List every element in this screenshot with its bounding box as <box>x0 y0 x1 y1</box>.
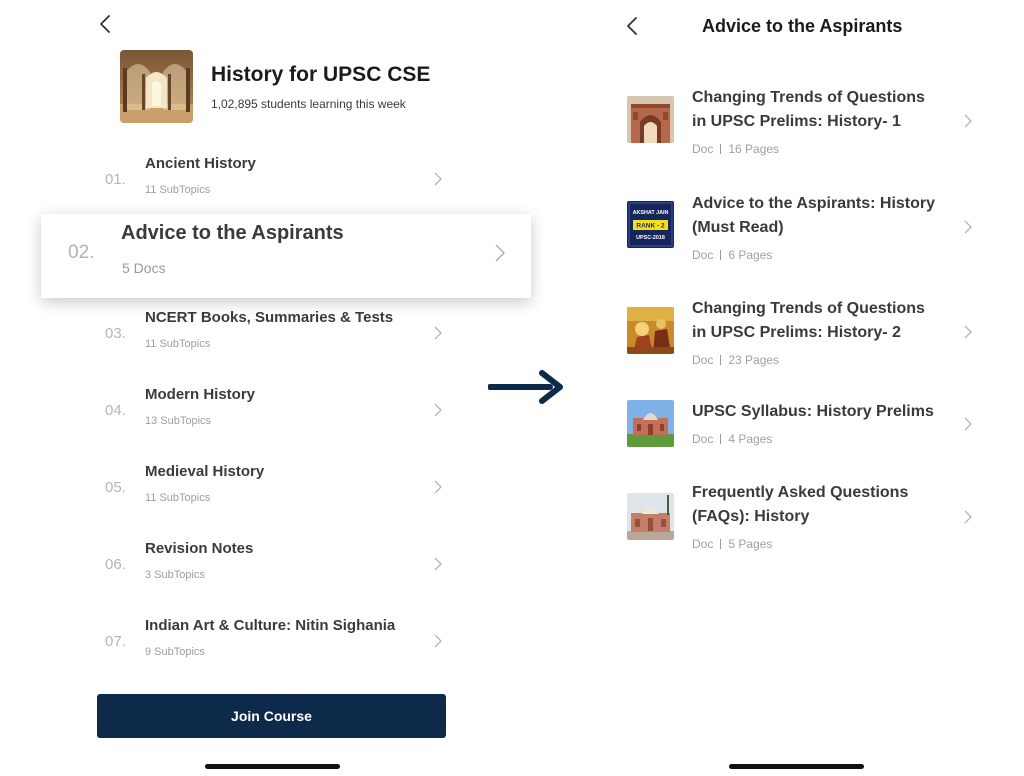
topic-subtopic-count: 11 SubTopics <box>145 338 211 350</box>
topic-number: 03. <box>105 325 126 342</box>
doc-row[interactable]: UPSC Syllabus: History Prelims Doc 4 Page… <box>626 400 976 456</box>
course-thumbnail <box>120 50 193 123</box>
doc-row[interactable]: Changing Trends of Questions in UPSC Pre… <box>626 294 976 376</box>
meta-divider <box>720 539 722 549</box>
doc-meta: Doc 5 Pages <box>692 537 772 551</box>
doc-row[interactable]: Frequently Asked Questions (FAQs): Histo… <box>626 481 976 563</box>
chevron-right-icon <box>434 634 442 648</box>
doc-type: Doc <box>692 142 714 156</box>
chevron-right-icon <box>964 220 972 234</box>
topic-number: 04. <box>105 402 126 419</box>
doc-page-count: 23 Pages <box>728 353 780 367</box>
topic-doc-count: 5 Docs <box>122 260 166 276</box>
topic-row-advice-highlighted[interactable]: 02. Advice to the Aspirants 5 Docs <box>41 214 531 298</box>
monument-thumbnail <box>627 400 674 447</box>
topic-number: 05. <box>105 479 126 496</box>
thumb-rank-text: RANK - 2 <box>636 223 665 230</box>
doc-title: Frequently Asked Questions (FAQs): Histo… <box>692 484 909 525</box>
chevron-right-icon <box>964 114 972 128</box>
topic-subtopic-count: 11 SubTopics <box>145 492 211 504</box>
topic-subtopic-count: 3 SubTopics <box>145 569 205 581</box>
chevron-right-icon <box>495 244 505 262</box>
doc-meta: Doc 23 Pages <box>692 353 779 367</box>
meta-divider <box>720 355 722 365</box>
doc-meta: Doc 4 Pages <box>692 432 772 446</box>
doc-meta: Doc 6 Pages <box>692 248 772 262</box>
doc-page-count: 16 Pages <box>728 142 780 156</box>
topic-row-ncert[interactable]: 03. NCERT Books, Summaries & Tests 11 Su… <box>98 294 450 371</box>
topic-row-revision-notes[interactable]: 06. Revision Notes 3 SubTopics <box>98 525 450 602</box>
painting-thumbnail <box>627 307 674 354</box>
doc-page-count: 4 Pages <box>728 432 773 446</box>
chevron-right-icon <box>964 325 972 339</box>
back-button[interactable] <box>99 14 111 34</box>
topic-row-art-culture[interactable]: 07. Indian Art & Culture: Nitin Sighania… <box>98 602 450 679</box>
topic-row-ancient-history[interactable]: 01. Ancient History 11 SubTopics <box>98 140 450 217</box>
thumb-year-text: UPSC-2018 <box>636 235 665 241</box>
course-title: History for UPSC CSE <box>211 63 431 86</box>
topic-subtopic-count: 13 SubTopics <box>145 415 212 427</box>
topic-number: 06. <box>105 556 126 573</box>
home-indicator <box>729 764 864 769</box>
fort-gate-thumbnail <box>627 96 674 143</box>
topic-row-medieval-history[interactable]: 05. Medieval History 11 SubTopics <box>98 448 450 525</box>
course-header: History for UPSC CSE 1,02,895 students l… <box>120 50 480 124</box>
doc-title: Changing Trends of Questions in UPSC Pre… <box>692 89 925 130</box>
meta-divider <box>720 250 722 260</box>
doc-meta: Doc 16 Pages <box>692 142 779 156</box>
doc-type: Doc <box>692 537 714 551</box>
doc-page-count: 6 Pages <box>728 248 773 262</box>
back-chevron-icon <box>100 15 110 33</box>
home-indicator <box>205 764 340 769</box>
doc-type: Doc <box>692 248 714 262</box>
topic-title: Ancient History <box>145 155 256 172</box>
doc-type: Doc <box>692 353 714 367</box>
topic-title: NCERT Books, Summaries & Tests <box>145 309 394 326</box>
page-title: Advice to the Aspirants <box>702 16 903 36</box>
meta-divider <box>720 434 722 444</box>
topic-title: Revision Notes <box>145 540 254 557</box>
chevron-right-icon <box>434 557 442 571</box>
course-learners-count: 1,02,895 students learning this week <box>211 97 406 111</box>
doc-title: UPSC Syllabus: History Prelims <box>692 403 934 420</box>
chevron-right-icon <box>434 326 442 340</box>
topic-number: 02. <box>68 242 95 263</box>
doc-title: Changing Trends of Questions in UPSC Pre… <box>692 300 925 341</box>
topic-subtopic-count: 11 SubTopics <box>145 184 211 196</box>
topic-number: 01. <box>105 171 126 188</box>
back-chevron-icon <box>627 17 637 35</box>
doc-type: Doc <box>692 432 714 446</box>
topic-number: 07. <box>105 633 126 650</box>
doc-page-count: 5 Pages <box>728 537 773 551</box>
chevron-right-icon <box>434 480 442 494</box>
topic-title: Indian Art & Culture: Nitin Sighania <box>145 617 396 634</box>
doc-title: Advice to the Aspirants: History (Must R… <box>692 195 936 236</box>
back-button[interactable] <box>626 16 638 36</box>
chevron-right-icon <box>434 403 442 417</box>
arrow-right-icon <box>488 370 563 404</box>
thumb-name-text: AKSHAT JAIN <box>633 210 669 216</box>
doc-row[interactable]: Changing Trends of Questions in UPSC Pre… <box>626 83 976 165</box>
chevron-right-icon <box>964 417 972 431</box>
topic-title: Medieval History <box>145 463 265 480</box>
join-course-button[interactable]: Join Course <box>97 694 446 738</box>
rank-badge-thumbnail: AKSHAT JAIN RANK - 2 UPSC-2018 <box>627 201 674 248</box>
topic-title: Advice to the Aspirants <box>121 222 344 244</box>
chevron-right-icon <box>964 510 972 524</box>
topic-title: Modern History <box>145 386 256 403</box>
meta-divider <box>720 144 722 154</box>
topic-subtopic-count: 9 SubTopics <box>145 646 205 658</box>
tomb-thumbnail <box>627 493 674 540</box>
topic-row-modern-history[interactable]: 04. Modern History 13 SubTopics <box>98 371 450 448</box>
doc-row[interactable]: AKSHAT JAIN RANK - 2 UPSC-2018 Advice to… <box>626 189 976 271</box>
chevron-right-icon <box>434 172 442 186</box>
